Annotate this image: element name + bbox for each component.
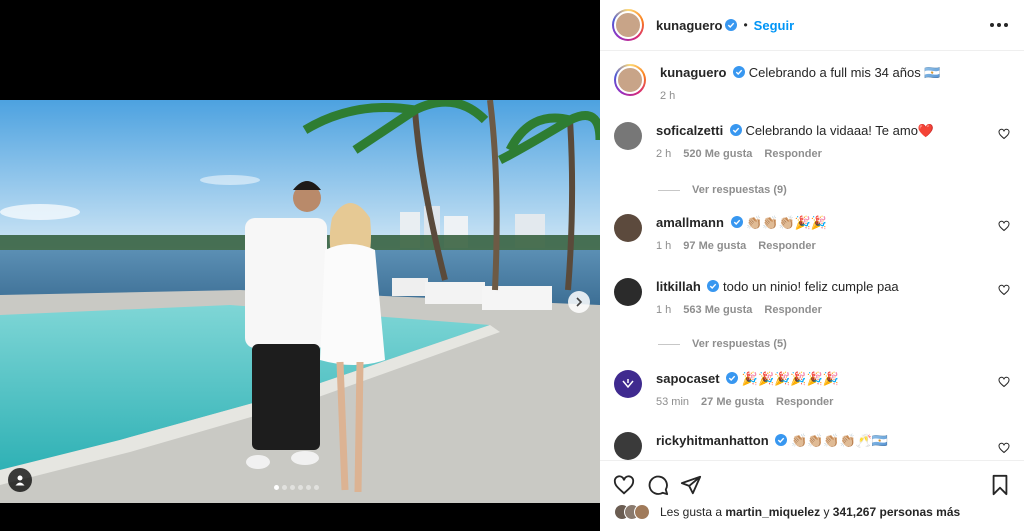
bookmark-icon[interactable] (989, 474, 1011, 496)
heart-icon[interactable] (998, 128, 1010, 140)
more-icon (990, 23, 994, 27)
carousel-indicators (274, 485, 319, 490)
comment-likes[interactable]: 563 Me gusta (683, 304, 752, 316)
likes-prefix: Les gusta a (660, 505, 723, 519)
author-username[interactable]: kunaguero (656, 18, 722, 33)
carousel-dot (314, 485, 319, 490)
carousel-dot (274, 485, 279, 490)
comment-item: litkillah todo un ninio! feliz cumple pa… (614, 278, 1012, 316)
post-header: kunaguero • Seguir (600, 0, 1024, 51)
user-tag-button[interactable] (8, 468, 32, 492)
comment-username[interactable]: litkillah (656, 279, 701, 294)
post-actions-bar (600, 460, 1024, 506)
comment-time: 53 min (656, 396, 690, 408)
author-avatar[interactable] (612, 9, 644, 41)
liker-avatars[interactable] (614, 504, 650, 520)
verified-badge-icon (725, 19, 738, 31)
comment-time: 1 h (656, 304, 672, 316)
reply-button[interactable]: Responder (764, 304, 821, 316)
comment-username[interactable]: rickyhitmanhatton (656, 433, 769, 448)
comment-item: soficalzetti Celebrando la vidaaa! Te am… (614, 122, 1012, 160)
verified-badge-icon (707, 280, 720, 292)
commenter-avatar[interactable] (614, 370, 642, 398)
carousel-dot (290, 485, 295, 490)
caption-time: 2 h (660, 90, 676, 102)
comment-likes[interactable]: 27 Me gusta (701, 396, 764, 408)
caption-item: kunaguero Celebrando a full mis 34 años … (614, 64, 1012, 102)
comment-icon[interactable] (647, 474, 669, 496)
caption-text: Celebrando a full mis 34 años 🇦🇷 (748, 65, 941, 80)
more-options-button[interactable] (986, 17, 1012, 33)
commenter-avatar[interactable] (614, 278, 642, 306)
share-icon[interactable] (680, 474, 702, 496)
verified-badge-icon (726, 372, 739, 384)
carousel-dot (298, 485, 303, 490)
view-replies-button[interactable]: Ver respuestas (9) (658, 184, 787, 196)
carousel-dot (306, 485, 311, 490)
comment-text: 👏🏼👏🏼👏🏼🎉🎉 (746, 215, 828, 230)
likes-summary: Les gusta a martin_miquelez y 341,267 pe… (614, 504, 1014, 520)
caption-username[interactable]: kunaguero (660, 65, 726, 80)
comment-text: Celebrando la vidaaa! Te amo❤️ (745, 123, 935, 138)
comment-time: 2 h (656, 148, 672, 160)
reply-button[interactable]: Responder (776, 396, 833, 408)
carousel-dot (282, 485, 287, 490)
caption-avatar[interactable] (614, 64, 646, 96)
media-pane (0, 0, 600, 531)
comment-text: todo un ninio! feliz cumple paa (723, 279, 899, 294)
verified-badge-icon (730, 216, 743, 228)
comment-item: amallmann 👏🏼👏🏼👏🏼🎉🎉 1 h 97 Me gusta Respo… (614, 214, 1012, 252)
comment-username[interactable]: sapocaset (656, 371, 720, 386)
heart-icon[interactable] (998, 442, 1010, 454)
heart-icon[interactable] (998, 220, 1010, 232)
comment-text: 👏🏼👏🏼👏🏼👏🏼🥂🇦🇷 (790, 433, 889, 448)
likes-middle: y (823, 505, 830, 519)
follow-button[interactable]: Seguir (754, 18, 794, 33)
verified-badge-icon (729, 124, 742, 136)
comment-likes[interactable]: 520 Me gusta (683, 148, 752, 160)
commenter-avatar[interactable] (614, 214, 642, 242)
chevron-right-icon (576, 297, 583, 307)
heart-icon[interactable] (998, 284, 1010, 296)
commenter-avatar[interactable] (614, 432, 642, 460)
reply-button[interactable]: Responder (758, 240, 815, 252)
post-photo[interactable] (0, 100, 600, 503)
comment-text: 🎉🎉🎉🎉🎉🎉 (741, 371, 839, 386)
comment-time: 1 h (656, 240, 672, 252)
commenter-avatar[interactable] (614, 122, 642, 150)
comments-list[interactable]: kunaguero Celebrando a full mis 34 años … (600, 52, 1024, 460)
reply-button[interactable]: Responder (764, 148, 821, 160)
likes-count[interactable]: 341,267 personas más (833, 505, 960, 519)
view-replies-label: Ver respuestas (9) (692, 184, 787, 196)
verified-badge-icon (733, 66, 746, 78)
comment-item: rickyhitmanhatton 👏🏼👏🏼👏🏼👏🏼🥂🇦🇷 (614, 432, 1012, 460)
separator-dot: • (743, 18, 748, 32)
comment-username[interactable]: amallmann (656, 215, 724, 230)
carousel-next-button[interactable] (568, 291, 590, 313)
comment-item: sapocaset 🎉🎉🎉🎉🎉🎉 53 min 27 Me gusta Resp… (614, 370, 1012, 408)
comment-username[interactable]: soficalzetti (656, 123, 723, 138)
post-side-panel: kunaguero • Seguir kunaguero Celebrando … (600, 0, 1024, 531)
comment-likes[interactable]: 97 Me gusta (683, 240, 746, 252)
crown-logo-icon (622, 379, 634, 389)
heart-icon[interactable] (998, 376, 1010, 388)
verified-badge-icon (775, 434, 788, 446)
liker-username[interactable]: martin_miquelez (725, 505, 820, 519)
user-tag-icon (15, 475, 25, 486)
heart-icon[interactable] (613, 474, 635, 496)
view-replies-label: Ver respuestas (5) (692, 338, 787, 350)
view-replies-button[interactable]: Ver respuestas (5) (658, 338, 787, 350)
